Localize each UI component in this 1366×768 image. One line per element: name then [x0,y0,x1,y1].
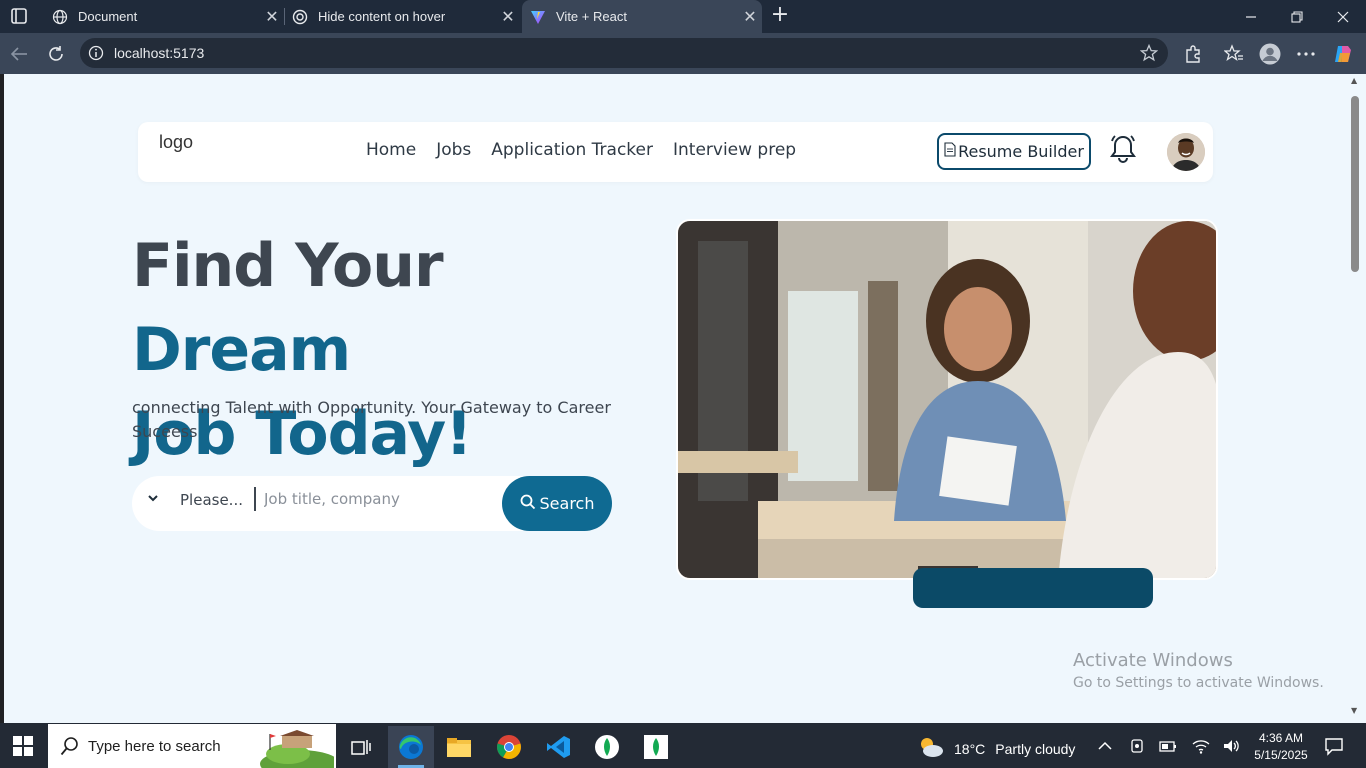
profile-icon[interactable] [1259,43,1281,65]
chatgpt-icon [292,9,308,25]
search-button-label: Search [539,494,595,513]
clock-date: 5/15/2025 [1254,748,1308,762]
page-viewport: logo Home Jobs Application Tracker Inter… [4,74,1346,723]
search-icon [520,494,536,514]
scroll-thumb[interactable] [1351,96,1359,272]
golf-course-icon [260,730,340,768]
hero-image [676,219,1218,580]
partly-cloudy-icon [918,735,944,762]
watermark-subtitle: Go to Settings to activate Windows. [1073,675,1324,691]
restore-button[interactable] [1274,0,1320,33]
close-icon[interactable]: ✕ [738,7,762,27]
scroll-up-icon[interactable]: ▲ [1351,76,1357,85]
wifi-icon[interactable] [1192,737,1210,755]
back-button[interactable] [6,41,32,67]
hero-badge [913,568,1153,608]
edge-icon[interactable] [388,726,434,768]
file-explorer-icon[interactable] [436,726,482,768]
notification-center-icon[interactable] [1324,736,1344,756]
tab-title: Hide content on hover [318,9,446,24]
refresh-button[interactable] [43,41,69,67]
taskbar-search-placeholder: Type here to search [88,737,221,755]
tab-title: Document [78,9,138,24]
search-icon [60,736,80,756]
nav-links: Home Jobs Application Tracker Interview … [366,140,796,160]
clock-time: 4:36 AM [1258,731,1304,745]
tab-actions-icon[interactable] [8,6,30,26]
close-icon[interactable]: ✕ [496,7,520,27]
weather-temperature: 18°C [954,740,986,757]
hero-subtitle: connecting Talent with Opportunity. Your… [132,398,611,441]
nav-home[interactable]: Home [366,140,416,160]
favorites-icon[interactable] [1223,43,1245,65]
chrome-icon[interactable] [486,726,532,768]
category-select[interactable]: Please... [180,491,243,509]
taskbar-clock[interactable]: 4:36 AM 5/15/2025 [1248,730,1314,764]
page-scrollbar[interactable]: ▲ ▼ [1346,74,1366,723]
address-bar[interactable]: localhost:5173 [80,38,1168,68]
nav-jobs[interactable]: Jobs [436,140,471,160]
hero-heading-part1: Find Your [132,231,444,301]
volume-icon[interactable] [1222,737,1240,755]
resume-builder-button[interactable]: Resume Builder [937,133,1091,170]
windows-taskbar: Type here to search 18°C Partly cloudy 4… [0,723,1366,768]
windows-start-icon[interactable] [12,735,34,757]
search-divider [254,487,256,511]
new-tab-button[interactable]: + [768,4,792,28]
resume-builder-label: Resume Builder [958,142,1084,161]
site-navbar: logo Home Jobs Application Tracker Inter… [138,122,1213,182]
minimize-button[interactable] [1228,0,1274,33]
taskbar-search-box[interactable]: Type here to search [48,724,340,768]
tab-title: Vite + React [556,9,627,24]
weather-widget[interactable]: 18°C Partly cloudy [918,735,1075,762]
tab-vite-react[interactable]: Vite + React ✕ [522,0,762,33]
document-icon [944,142,956,161]
scroll-down-icon[interactable]: ▼ [1351,706,1357,715]
vscode-icon[interactable] [535,726,581,768]
more-options-icon[interactable] [1295,43,1317,65]
job-search-bar: Please... Search [132,476,612,531]
logo-alt-text: logo [159,132,194,152]
search-button[interactable]: Search [502,476,612,531]
nav-interview-prep[interactable]: Interview prep [673,140,796,160]
vite-icon [530,9,546,25]
url-text[interactable]: localhost:5173 [114,45,204,61]
browser-toolbar: localhost:5173 [0,33,1366,74]
task-view-icon[interactable] [338,726,384,768]
chevron-down-icon[interactable] [146,490,160,504]
nav-application-tracker[interactable]: Application Tracker [491,140,653,160]
watermark-title: Activate Windows [1073,650,1233,671]
browser-tab-strip: Document ✕ Hide content on hover ✕ Vite … [0,0,1366,33]
job-search-input[interactable] [264,486,494,512]
battery-icon[interactable] [1159,737,1177,755]
site-logo[interactable]: logo [158,132,193,153]
notification-bell-icon[interactable] [1108,133,1138,165]
chevron-up-icon[interactable] [1096,737,1114,755]
favorite-star-icon[interactable] [1139,43,1159,66]
weather-condition: Partly cloudy [995,740,1076,757]
user-avatar[interactable] [1167,133,1205,171]
meet-now-icon[interactable] [1128,737,1146,755]
tab-hide-content[interactable]: Hide content on hover ✕ [284,0,520,33]
mongodb-icon[interactable] [633,726,679,768]
hero-heading-accent1: Dream [132,315,351,385]
globe-icon [52,9,68,25]
mongodb-compass-icon[interactable] [584,726,630,768]
site-info-icon[interactable] [88,45,104,65]
close-icon[interactable]: ✕ [260,7,284,27]
extensions-icon[interactable] [1182,43,1204,65]
windows-activation-watermark: Activate Windows Go to Settings to activ… [1073,650,1324,691]
close-window-button[interactable] [1320,0,1366,33]
tab-document[interactable]: Document ✕ [44,0,284,33]
copilot-icon[interactable] [1332,43,1354,65]
